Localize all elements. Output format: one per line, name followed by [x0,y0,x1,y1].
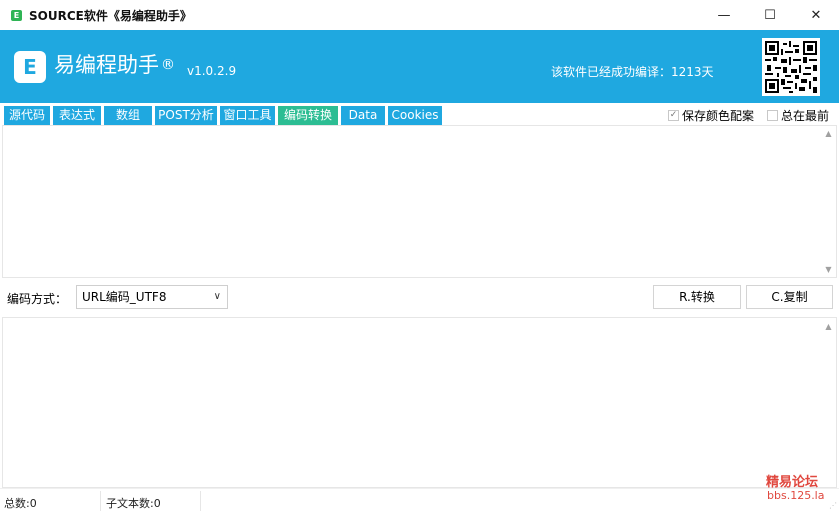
copy-button[interactable]: C.复制 [746,285,833,309]
scroll-up-icon[interactable]: ▲ [824,129,833,138]
output-textarea[interactable]: ▲ [2,317,837,488]
tab-window-tools[interactable]: 窗口工具 [220,106,275,125]
tab-data[interactable]: Data [341,106,385,125]
window-controls: — ☐ ✕ [701,0,839,30]
version-label: v1.0.2.9 [187,64,237,78]
watermark-forum: 精易论坛 [766,475,819,490]
input-scrollbar[interactable]: ▲ ▼ [821,126,836,277]
save-color-label: 保存颜色配案 [682,109,755,123]
input-textarea[interactable]: ▲ ▼ [2,125,837,278]
convert-button[interactable]: R.转换 [653,285,741,309]
always-on-top-checkbox[interactable] [767,110,778,121]
resize-grip-icon[interactable]: ⋰ [827,501,837,511]
always-on-top-label: 总在最前 [781,109,830,123]
app-name: 易编程助手 ® [54,52,175,78]
chevron-down-icon: ∨ [213,291,221,302]
tab-post-analysis[interactable]: POST分析 [155,106,217,125]
encoding-label: 编码方式： [7,292,68,306]
always-on-top-option[interactable]: 总在最前 [767,107,829,124]
status-bar: 总数:0 子文本数:0 ⋰ [0,488,839,513]
logo-icon: E [14,51,46,83]
tab-encoding-convert[interactable]: 编码转换 [278,106,338,125]
maximize-icon: ☐ [764,7,776,23]
substring-count: 子文本数:0 [106,497,161,510]
tab-source-code[interactable]: 源代码 [4,106,50,125]
save-color-checkbox[interactable]: ✓ [668,110,679,121]
watermark-url: bbs.125.la [767,489,825,502]
window-title: SOURCE软件《易编程助手》 [29,8,192,23]
registered-mark: ® [161,57,175,73]
app-header: E 易编程助手 ® v1.0.2.9 该软件已经成功编译：1213天 [0,30,839,103]
encoding-selected-value: URL编码_UTF8 [82,290,167,304]
total-count: 总数:0 [4,497,37,510]
compile-info: 该软件已经成功编译：1213天 [551,65,714,79]
close-button[interactable]: ✕ [793,0,839,30]
status-divider [100,491,101,511]
scroll-down-icon[interactable]: ▼ [824,265,833,274]
tab-cookies[interactable]: Cookies [388,106,442,125]
close-icon: ✕ [810,7,822,23]
qr-code-icon [762,38,820,96]
save-color-option[interactable]: ✓ 保存颜色配案 [668,107,754,124]
output-scrollbar[interactable]: ▲ [821,318,836,487]
app-icon: E [11,9,22,21]
scroll-up-icon[interactable]: ▲ [824,322,833,331]
app-name-text: 易编程助手 [54,53,159,77]
minimize-button[interactable]: — [701,0,747,30]
minimize-icon: — [717,7,731,23]
title-bar: E SOURCE软件《易编程助手》 — ☐ ✕ [0,0,839,30]
tab-expression[interactable]: 表达式 [53,106,101,125]
status-divider [200,491,201,511]
encoding-controls: 编码方式： URL编码_UTF8 ∨ R.转换 C.复制 [0,279,839,317]
maximize-button[interactable]: ☐ [747,0,793,30]
tab-bar: 源代码 表达式 数组 POST分析 窗口工具 编码转换 Data Cookies… [0,103,839,125]
encoding-select[interactable]: URL编码_UTF8 ∨ [76,285,228,309]
tab-array[interactable]: 数组 [104,106,152,125]
